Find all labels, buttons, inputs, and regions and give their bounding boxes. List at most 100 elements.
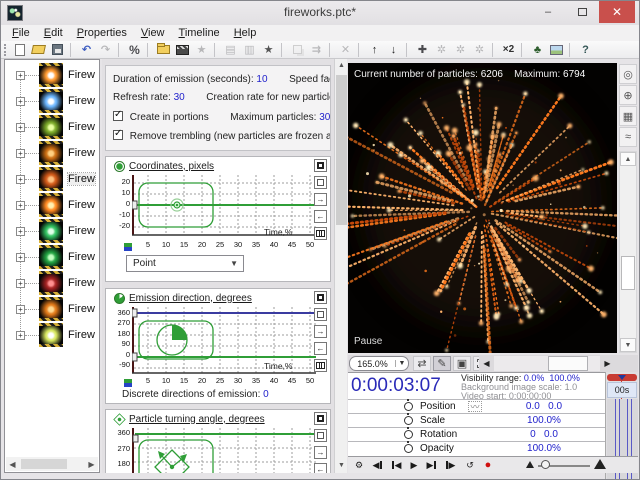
toolbar-new-effect-button[interactable]: ★: [259, 42, 278, 58]
scroll-right-arrow[interactable]: ▶: [600, 356, 615, 371]
stopwatch-icon[interactable]: [404, 402, 413, 411]
minimize-button[interactable]: –: [533, 1, 563, 23]
firework-thumbnail[interactable]: [39, 89, 63, 113]
toolbar-help-button[interactable]: ?: [576, 42, 595, 58]
particle-preview[interactable]: Current number of particles: 6206 Maximu…: [348, 63, 617, 353]
shift-left-button[interactable]: ←: [314, 210, 327, 223]
toolbar-link-1-button[interactable]: ✲: [432, 42, 451, 58]
grid-icon[interactable]: ▦: [619, 106, 637, 126]
go-to-end-button[interactable]: ▶: [424, 458, 440, 472]
toolbar-open-button[interactable]: [29, 42, 48, 58]
menu-item[interactable]: View: [134, 27, 172, 39]
zoom-extents-button[interactable]: [314, 291, 327, 304]
emitter-shape-dropdown[interactable]: Point ▼: [126, 255, 244, 272]
firework-thumbnail[interactable]: [39, 245, 63, 269]
toolbar-background-button[interactable]: [547, 42, 566, 58]
firework-thumbnail[interactable]: [39, 271, 63, 295]
slider-thumb[interactable]: [541, 460, 550, 469]
playhead-icon[interactable]: [618, 375, 626, 380]
create-in-portions-checkbox[interactable]: [113, 111, 123, 121]
scroll-up-arrow[interactable]: ▲: [620, 152, 636, 166]
layout-icon[interactable]: ▣: [453, 356, 471, 371]
remove-trembling-checkbox[interactable]: [113, 130, 123, 140]
max-particles-value[interactable]: 30000: [319, 112, 331, 123]
stopwatch-icon[interactable]: [404, 416, 413, 425]
tree-expander-icon[interactable]: +: [16, 71, 25, 80]
tree-expander-icon[interactable]: +: [16, 123, 25, 132]
step-back-button[interactable]: ◀: [370, 458, 386, 472]
toolbar-save-button[interactable]: [48, 42, 67, 58]
scroll-left-arrow[interactable]: ◀: [6, 457, 19, 471]
shift-right-button[interactable]: →: [314, 325, 327, 338]
tree-expander-icon[interactable]: +: [16, 149, 25, 158]
zoom-out-slider-icon[interactable]: [526, 461, 534, 468]
zoom-extents-button[interactable]: [314, 159, 327, 172]
toolbar-link-2-button[interactable]: ✲: [451, 42, 470, 58]
pen-tool-icon[interactable]: ✎: [433, 356, 451, 371]
toolbar-leaf-button[interactable]: ♣: [528, 42, 547, 58]
timeline-property-row[interactable]: Opacity 〰 100.0%: [348, 441, 605, 455]
toolbar-effect-button[interactable]: ★: [192, 42, 211, 58]
stopwatch-icon[interactable]: [404, 444, 413, 453]
firework-thumbnail[interactable]: [39, 219, 63, 243]
property-value[interactable]: 0.0 0.0: [486, 401, 602, 412]
toolbar-open-item-button[interactable]: ▤: [221, 42, 240, 58]
preview-horizontal-scrollbar[interactable]: ◀ ▶: [479, 356, 615, 371]
menu-item[interactable]: Edit: [37, 27, 70, 39]
firework-thumbnail[interactable]: [39, 115, 63, 139]
tree-expander-icon[interactable]: +: [16, 279, 25, 288]
sidebar-item-firework[interactable]: + Firew: [5, 140, 99, 166]
tree-expander-icon[interactable]: +: [16, 227, 25, 236]
tree-expander-icon[interactable]: +: [16, 331, 25, 340]
sidebar-item-firework[interactable]: + Firew: [5, 166, 99, 192]
refresh-view-icon[interactable]: ⇄: [413, 356, 431, 371]
scrollbar-thumb[interactable]: [21, 459, 67, 469]
fit-width-button[interactable]: [314, 227, 327, 240]
toolbar-redo-button[interactable]: ↷: [96, 42, 115, 58]
shift-left-button[interactable]: ←: [314, 342, 327, 355]
turning-angle-title[interactable]: Particle turning angle, degrees: [129, 414, 265, 425]
toolbar-link-3-button[interactable]: ✲: [470, 42, 489, 58]
toolbar-timeline-button[interactable]: [173, 42, 192, 58]
clear-button[interactable]: [314, 176, 327, 189]
stopwatch-icon[interactable]: [404, 430, 413, 439]
toolbar-new-button[interactable]: [10, 42, 29, 58]
firework-thumbnail[interactable]: [39, 167, 63, 191]
tree-expander-icon[interactable]: +: [16, 175, 25, 184]
sidebar-item-firework[interactable]: + Firew: [5, 322, 99, 348]
clear-button[interactable]: [314, 308, 327, 321]
scroll-down-arrow[interactable]: ▼: [335, 459, 347, 473]
discrete-directions-value[interactable]: 0: [263, 389, 269, 400]
toolbar-export-button[interactable]: ⇉: [307, 42, 326, 58]
toolbar-delete-button[interactable]: ✕: [336, 42, 355, 58]
property-value[interactable]: 0 0.0: [486, 429, 602, 440]
play-button[interactable]: ▶: [406, 458, 422, 472]
toolbar-x2-button[interactable]: ×2: [499, 42, 518, 58]
scrollbar-thumb[interactable]: [548, 356, 588, 371]
duration-value[interactable]: 10: [256, 74, 267, 85]
clear-button[interactable]: [314, 429, 327, 442]
title-bar[interactable]: fireworks.ptc* – ✕: [1, 1, 639, 25]
loop-button[interactable]: ↺: [462, 458, 478, 472]
menu-item[interactable]: Help: [227, 27, 264, 39]
property-value[interactable]: 100.0%: [486, 415, 602, 426]
menu-item[interactable]: Properties: [70, 27, 134, 39]
shift-right-button[interactable]: →: [314, 193, 327, 206]
toolbar-move-up-button[interactable]: ↑: [365, 42, 384, 58]
toolbar-move-button[interactable]: ✚: [413, 42, 432, 58]
close-button[interactable]: ✕: [599, 1, 635, 23]
timeline-property-row[interactable]: Rotation 〰 0 0.0: [348, 427, 605, 441]
snapshot-icon[interactable]: ◎: [619, 64, 637, 84]
toolbar-undo-button[interactable]: ↶: [77, 42, 96, 58]
tree-expander-icon[interactable]: +: [16, 253, 25, 262]
toolbar-move-down-button[interactable]: ↓: [384, 42, 403, 58]
record-button[interactable]: ●: [480, 458, 496, 472]
toolbar-save-item-button[interactable]: ▥: [240, 42, 259, 58]
scroll-left-arrow[interactable]: ◀: [479, 356, 494, 371]
parameters-vertical-scrollbar[interactable]: ▲ ▼: [334, 59, 347, 473]
menu-item[interactable]: Timeline: [172, 27, 227, 39]
motion-path-icon[interactable]: 〰: [468, 401, 482, 412]
firework-thumbnail[interactable]: [39, 323, 63, 347]
zoom-combobox[interactable]: 165.0% ▼: [349, 356, 409, 371]
timeline-property-row[interactable]: Scale 〰 100.0%: [348, 413, 605, 427]
